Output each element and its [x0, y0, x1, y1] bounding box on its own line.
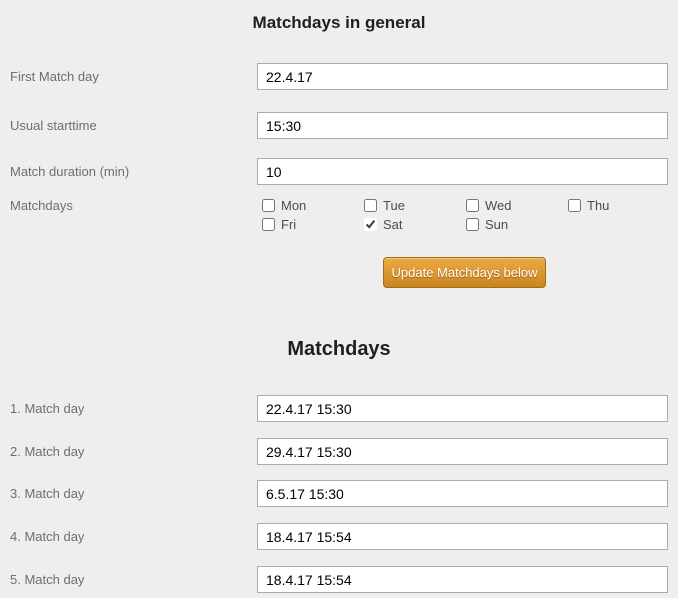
sat-label: Sat	[383, 218, 403, 231]
update-matchdays-button[interactable]: Update Matchdays below	[383, 257, 546, 288]
match-duration-label: Match duration (min)	[10, 165, 129, 179]
fri-checkbox[interactable]	[262, 218, 275, 231]
page-title: Matchdays in general	[0, 13, 678, 33]
wed-label: Wed	[485, 199, 512, 212]
match-day-4-input[interactable]	[257, 523, 668, 550]
first-match-day-input[interactable]	[257, 63, 668, 90]
match-day-5-input[interactable]	[257, 566, 668, 593]
usual-starttime-input[interactable]	[257, 112, 668, 139]
matchdays-settings-page: Matchdays in general First Match day Usu…	[0, 0, 678, 598]
match-duration-input[interactable]	[257, 158, 668, 185]
match-day-3-label: 3. Match day	[10, 487, 84, 501]
day-option-mon: Mon	[262, 198, 306, 212]
matchdays-section-title: Matchdays	[0, 338, 678, 361]
match-day-1-input[interactable]	[257, 395, 668, 422]
sun-checkbox[interactable]	[466, 218, 479, 231]
tue-label: Tue	[383, 199, 405, 212]
day-option-sun: Sun	[466, 217, 508, 231]
match-day-1-label: 1. Match day	[10, 402, 84, 416]
match-day-2-input[interactable]	[257, 438, 668, 465]
day-option-fri: Fri	[262, 217, 296, 231]
mon-label: Mon	[281, 199, 306, 212]
wed-checkbox[interactable]	[466, 199, 479, 212]
match-day-4-label: 4. Match day	[10, 530, 84, 544]
matchdays-group-label: Matchdays	[10, 199, 73, 213]
mon-checkbox[interactable]	[262, 199, 275, 212]
fri-label: Fri	[281, 218, 296, 231]
usual-starttime-label: Usual starttime	[10, 119, 97, 133]
match-day-5-label: 5. Match day	[10, 573, 84, 587]
tue-checkbox[interactable]	[364, 199, 377, 212]
sat-checkbox[interactable]	[364, 218, 377, 231]
sun-label: Sun	[485, 218, 508, 231]
thu-checkbox[interactable]	[568, 199, 581, 212]
day-option-wed: Wed	[466, 198, 512, 212]
day-option-sat: Sat	[364, 217, 403, 231]
day-option-thu: Thu	[568, 198, 609, 212]
thu-label: Thu	[587, 199, 609, 212]
day-option-tue: Tue	[364, 198, 405, 212]
match-day-3-input[interactable]	[257, 480, 668, 507]
first-match-day-label: First Match day	[10, 70, 99, 84]
match-day-2-label: 2. Match day	[10, 445, 84, 459]
